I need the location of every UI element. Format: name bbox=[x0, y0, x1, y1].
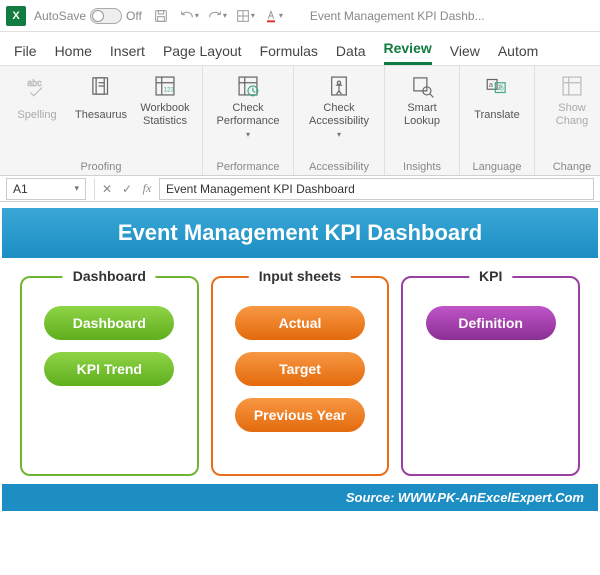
panel-title: Input sheets bbox=[249, 268, 351, 284]
check-performance-button[interactable]: Check Performance ▾ bbox=[211, 70, 285, 139]
save-icon[interactable] bbox=[150, 5, 172, 27]
pill-actual[interactable]: Actual bbox=[235, 306, 365, 340]
tab-view[interactable]: View bbox=[450, 43, 480, 65]
tab-data[interactable]: Data bbox=[336, 43, 366, 65]
excel-app-icon: X bbox=[6, 6, 26, 26]
undo-icon[interactable]: ▾ bbox=[178, 5, 200, 27]
pill-target[interactable]: Target bbox=[235, 352, 365, 386]
group-label: Language bbox=[473, 159, 522, 173]
group-label: Performance bbox=[217, 159, 280, 173]
thesaurus-icon bbox=[87, 72, 115, 100]
borders-icon[interactable]: ▾ bbox=[234, 5, 256, 27]
group-proofing: abc Spelling Thesaurus 123 Workbook Stat… bbox=[0, 66, 203, 175]
pill-previous-year[interactable]: Previous Year bbox=[235, 398, 365, 432]
group-label: Insights bbox=[403, 159, 441, 173]
worksheet-area[interactable]: Event Management KPI Dashboard Dashboard… bbox=[0, 202, 600, 511]
tab-home[interactable]: Home bbox=[55, 43, 92, 65]
panel-kpi: KPI Definition bbox=[401, 276, 580, 476]
workbook-statistics-button[interactable]: 123 Workbook Statistics bbox=[136, 70, 194, 128]
cancel-icon[interactable]: ✕ bbox=[99, 182, 115, 196]
smart-lookup-button[interactable]: Smart Lookup bbox=[393, 70, 451, 128]
formula-bar: A1 ▾ ✕ ✓ fx Event Management KPI Dashboa… bbox=[0, 176, 600, 202]
fx-icon[interactable]: fx bbox=[139, 181, 155, 196]
perf-icon bbox=[234, 72, 262, 100]
spelling-button[interactable]: abc Spelling bbox=[8, 70, 66, 128]
show-changes-button[interactable]: Show Chang bbox=[543, 70, 600, 128]
group-changes: Show Chang Change bbox=[535, 66, 600, 175]
translate-icon: aあ bbox=[483, 72, 511, 100]
ribbon-tabs: File Home Insert Page Layout Formulas Da… bbox=[0, 32, 600, 66]
pill-kpi-trend[interactable]: KPI Trend bbox=[44, 352, 174, 386]
pill-dashboard[interactable]: Dashboard bbox=[44, 306, 174, 340]
tab-page-layout[interactable]: Page Layout bbox=[163, 43, 242, 65]
panel-dashboard: Dashboard Dashboard KPI Trend bbox=[20, 276, 199, 476]
lookup-icon bbox=[408, 72, 436, 100]
dashboard-title: Event Management KPI Dashboard bbox=[2, 208, 598, 258]
tab-review[interactable]: Review bbox=[384, 40, 432, 65]
group-performance: Check Performance ▾ Performance bbox=[203, 66, 294, 175]
font-color-icon[interactable]: ▾ bbox=[262, 5, 284, 27]
formula-text: Event Management KPI Dashboard bbox=[166, 182, 355, 196]
autosave-toggle[interactable]: AutoSave Off bbox=[34, 8, 142, 24]
dashboard-footer: Source: WWW.PK-AnExcelExpert.Com bbox=[2, 484, 598, 511]
translate-button[interactable]: aあ Translate bbox=[468, 70, 526, 128]
svg-text:123: 123 bbox=[163, 87, 174, 94]
titlebar: X AutoSave Off ▾ ▾ ▾ ▾ Event Management … bbox=[0, 0, 600, 32]
name-box[interactable]: A1 ▾ bbox=[6, 178, 86, 200]
chevron-down-icon[interactable]: ▾ bbox=[74, 183, 79, 194]
svg-text:あ: あ bbox=[497, 83, 504, 92]
access-icon bbox=[325, 72, 353, 100]
changes-icon bbox=[558, 72, 586, 100]
redo-icon[interactable]: ▾ bbox=[206, 5, 228, 27]
toggle-switch[interactable] bbox=[90, 8, 122, 24]
tab-insert[interactable]: Insert bbox=[110, 43, 145, 65]
tab-file[interactable]: File bbox=[14, 43, 37, 65]
tab-automate[interactable]: Autom bbox=[498, 43, 538, 65]
panel-title: Dashboard bbox=[63, 268, 156, 284]
panel-title: KPI bbox=[469, 268, 512, 284]
formula-buttons: ✕ ✓ fx bbox=[95, 181, 159, 196]
thesaurus-button[interactable]: Thesaurus bbox=[72, 70, 130, 128]
enter-icon[interactable]: ✓ bbox=[119, 182, 135, 196]
group-insights: Smart Lookup Insights bbox=[385, 66, 460, 175]
pill-definition[interactable]: Definition bbox=[426, 306, 556, 340]
autosave-state: Off bbox=[126, 9, 142, 23]
stats-icon: 123 bbox=[151, 72, 179, 100]
chevron-down-icon: ▾ bbox=[337, 130, 341, 139]
ribbon: abc Spelling Thesaurus 123 Workbook Stat… bbox=[0, 66, 600, 176]
group-label: Change bbox=[553, 159, 592, 173]
dashboard-wrapper: Event Management KPI Dashboard Dashboard… bbox=[2, 208, 598, 511]
panels-row: Dashboard Dashboard KPI Trend Input shee… bbox=[2, 258, 598, 484]
tab-formulas[interactable]: Formulas bbox=[260, 43, 318, 65]
group-language: aあ Translate Language bbox=[460, 66, 535, 175]
group-label: Accessibility bbox=[309, 159, 369, 173]
quick-access-toolbar: ▾ ▾ ▾ ▾ bbox=[150, 5, 284, 27]
spelling-icon: abc bbox=[23, 72, 51, 100]
chevron-down-icon: ▾ bbox=[246, 130, 250, 139]
formula-input[interactable]: Event Management KPI Dashboard bbox=[159, 178, 594, 200]
document-title: Event Management KPI Dashb... bbox=[310, 9, 594, 23]
group-label: Proofing bbox=[81, 159, 122, 173]
group-accessibility: Check Accessibility ▾ Accessibility bbox=[294, 66, 385, 175]
svg-text:abc: abc bbox=[27, 78, 42, 88]
autosave-label: AutoSave bbox=[34, 9, 86, 23]
panel-input-sheets: Input sheets Actual Target Previous Year bbox=[211, 276, 390, 476]
check-accessibility-button[interactable]: Check Accessibility ▾ bbox=[302, 70, 376, 139]
svg-text:a: a bbox=[489, 80, 494, 89]
cell-reference: A1 bbox=[13, 182, 28, 196]
